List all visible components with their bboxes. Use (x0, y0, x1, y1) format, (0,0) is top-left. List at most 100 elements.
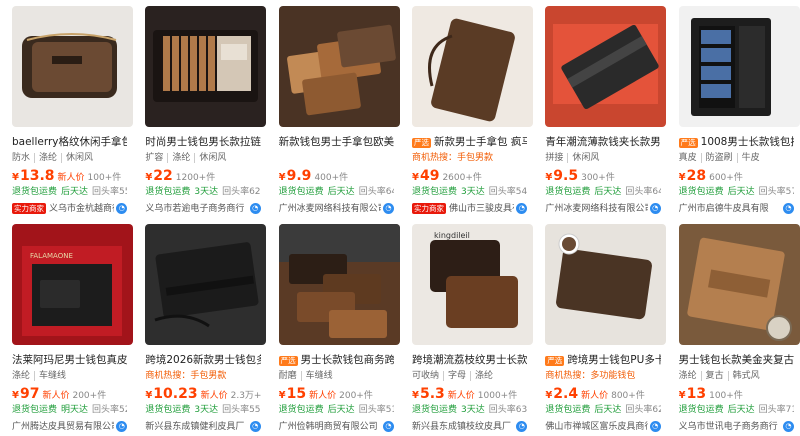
shop-row[interactable]: 广州冰麦网络科技有限公司 ◔ (545, 202, 661, 215)
chat-icon[interactable]: ◔ (382, 421, 394, 432)
attribute-row: 防水 涤纶 休闲风 (12, 152, 127, 164)
product-image[interactable] (545, 224, 667, 345)
attribute-row: 耐磨 车缝线 (279, 370, 394, 382)
product-title-row[interactable]: 严选1008男士长款钱包拉链 (678, 136, 794, 149)
product-image[interactable] (12, 6, 133, 127)
product-title[interactable]: 新款男士手拿包 疯马皮 (434, 136, 527, 149)
product-image[interactable] (411, 6, 533, 127)
shop-row[interactable]: 广州俭韩明商贸有限公司 ◔ (279, 420, 394, 433)
product-title[interactable]: 男士长款钱包商务跨境 (301, 354, 394, 367)
attribute-row: 商机热搜：手包男款 (145, 370, 260, 382)
product-title[interactable]: baellerry格纹休闲手拿包男 (12, 136, 127, 149)
product-title-row[interactable]: 法莱阿玛尼男士钱包真皮时 (12, 354, 127, 367)
product-image[interactable] (545, 6, 667, 127)
chat-icon[interactable]: ◔ (782, 203, 794, 214)
shop-row[interactable]: 义乌市世讯电子商务商行 ◔ (679, 420, 794, 433)
shop-name[interactable]: 佛山市禅城区富乐皮具商行 (545, 421, 647, 433)
shop-row[interactable]: 义乌市若逾电子商务商行 ◔ (145, 202, 261, 215)
product-card[interactable]: 时尚男士钱包男长款拉链手 扩容 涤纶 休闲风 ¥22 1200+件 退货包运费 3天达… (133, 0, 267, 218)
product-title-row[interactable]: 青年潮流薄款钱夹长款男士 (545, 136, 660, 149)
product-title-row[interactable]: 时尚男士钱包男长款拉链手 (145, 136, 260, 149)
service-row: 退货包运费 3天达回头率54% (412, 186, 527, 198)
shop-row[interactable]: 佛山市禅城区富乐皮具商行 ◔ (545, 420, 661, 433)
product-image[interactable] (278, 224, 400, 345)
product-card[interactable]: 严选男士长款钱包商务跨境 耐磨车缝线 ¥15 新人价 200+件 退货包运费后天… (267, 218, 400, 436)
product-title-row[interactable]: 严选新款男士手拿包 疯马皮 (411, 136, 527, 149)
chat-icon[interactable]: ◔ (249, 421, 261, 432)
shop-name[interactable]: 义乌市世讯电子商务商行 (679, 421, 781, 433)
price-row: ¥5.3 新人价 1000+件 (412, 386, 527, 401)
yanxuan-tag: 严选 (278, 355, 298, 366)
shop-row[interactable]: 新兴县东成镇健利皮具厂 ◔ (145, 420, 261, 433)
chat-icon[interactable]: ◔ (116, 421, 128, 432)
product-title[interactable]: 男士钱包长款美金夹复古西 (679, 354, 794, 367)
chat-icon[interactable]: ◔ (516, 421, 528, 432)
product-title[interactable]: 跨境男士钱包PU多卡位 (567, 354, 660, 367)
sold-count: 100+件 (709, 391, 743, 401)
shop-row[interactable]: 实力商家 佛山市三骏皮具有 ◔ (411, 202, 528, 215)
product-card[interactable]: baellerry格纹休闲手拿包男 防水涤纶休闲风 ¥13.8 新人价 100+… (0, 0, 133, 218)
shop-name[interactable]: 义乌市若逾电子商务商行 (145, 203, 247, 215)
shop-name[interactable]: 广州冰麦网络科技有限公司 (545, 203, 647, 215)
product-title[interactable]: 跨境2026新款男士钱包多卡 (145, 354, 260, 367)
product-title[interactable]: 新款钱包男士手拿包欧美时 (279, 136, 394, 149)
chat-icon[interactable]: ◔ (249, 203, 261, 214)
product-card[interactable]: 严选新款男士手拿包 疯马皮 商机热搜：手包男款 ¥49 2600+件 退货包运费… (400, 0, 533, 218)
shop-name[interactable]: 广州腾达皮具贸易有限公司 (12, 421, 114, 433)
product-title-row[interactable]: baellerry格纹休闲手拿包男 (12, 136, 127, 149)
price: ¥49 (411, 168, 440, 183)
attribute-label: 牛皮 (736, 153, 760, 163)
product-title-row[interactable]: 新款钱包男士手拿包欧美时 (279, 136, 394, 149)
chat-icon[interactable]: ◔ (382, 203, 394, 214)
product-title-row[interactable]: 跨境2026新款男士钱包多卡 (145, 354, 260, 367)
product-title[interactable]: 法莱阿玛尼男士钱包真皮时 (12, 354, 127, 367)
product-image[interactable]: kingdileil (411, 224, 533, 345)
shop-row[interactable]: 广州冰麦网络科技有限公司 ◔ (279, 202, 394, 215)
product-title-row[interactable]: 严选男士长款钱包商务跨境 (278, 354, 394, 367)
product-card[interactable]: 新款钱包男士手拿包欧美时 ¥9.9 400+件 退货包运费后天达回头率64% 广… (267, 0, 400, 218)
price-value: 9.9 (286, 168, 312, 183)
product-title-row[interactable]: 跨境潮流荔枝纹男士长款手 (412, 354, 527, 367)
product-card[interactable]: 男士钱包长款美金夹复古西 涤纶 复古 韩式风 ¥13 100+件 退货包运费 后天达回… (667, 218, 800, 436)
attribute-label: 拼接 (545, 153, 564, 163)
product-card[interactable]: 青年潮流薄款钱夹长款男士 拼接 休闲风 ¥9.5 300+件 退货包运费 后天达 回头… (533, 0, 667, 218)
product-card[interactable]: 跨境2026新款男士钱包多卡 商机热搜：手包男款 ¥10.23 新人价 2.3万… (133, 218, 267, 436)
product-card[interactable]: 严选1008男士长款钱包拉链 真皮防盗刷牛皮 ¥28 600+件 退货包运费后天… (667, 0, 800, 218)
product-card[interactable]: 严选跨境男士钱包PU多卡位 商机热搜：多功能钱包 ¥2.4 新人价 800+件 … (533, 218, 667, 436)
chat-icon[interactable]: ◔ (116, 203, 128, 214)
product-card[interactable]: kingdileil 跨境潮流荔枝纹男士长款手 可收纳 字母 涤纶 ¥5.3 新人价… (400, 218, 533, 436)
product-title[interactable]: 青年潮流薄款钱夹长款男士 (545, 136, 660, 149)
shop-name[interactable]: 广州市启德牛皮具有限 (679, 203, 781, 215)
chat-icon[interactable]: ◔ (516, 203, 528, 214)
product-image[interactable] (145, 6, 267, 127)
shop-name[interactable]: 佛山市三骏皮具有 (449, 203, 514, 215)
shop-name[interactable]: 新兴县东成镇健利皮具厂 (145, 421, 247, 433)
product-title-row[interactable]: 严选跨境男士钱包PU多卡位 (545, 354, 661, 367)
product-title[interactable]: 跨境潮流荔枝纹男士长款手 (412, 354, 527, 367)
shop-name[interactable]: 义乌市金杭越商行 (49, 203, 114, 215)
chat-icon[interactable]: ◔ (649, 421, 661, 432)
shop-name[interactable]: 广州冰麦网络科技有限公司 (279, 203, 381, 215)
product-title[interactable]: 时尚男士钱包男长款拉链手 (145, 136, 260, 149)
shop-row[interactable]: 广州腾达皮具贸易有限公司 ◔ (12, 420, 128, 433)
product-image[interactable] (678, 224, 800, 345)
chat-icon[interactable]: ◔ (649, 203, 661, 214)
shop-row[interactable]: 新兴县东成镇枝纹皮具厂 ◔ (412, 420, 528, 433)
product-title[interactable]: 1008男士长款钱包拉链 (701, 136, 794, 149)
shop-row[interactable]: 实力商家 义乌市金杭越商行 ◔ (12, 202, 128, 215)
shop-name[interactable]: 广州俭韩明商贸有限公司 (279, 421, 381, 433)
product-image[interactable]: FALAMAONE (12, 224, 133, 345)
attribute-row: 涤纶 车缝线 (12, 370, 127, 382)
shop-name[interactable]: 新兴县东成镇枝纹皮具厂 (412, 421, 514, 433)
service-label: 退货包运费 (12, 405, 58, 415)
wallet-open-cards-image (145, 6, 267, 127)
product-card[interactable]: FALAMAONE 法莱阿玛尼男士钱包真皮时 涤纶 车缝线 ¥97 新人价 200… (0, 218, 133, 436)
chat-icon[interactable]: ◔ (782, 421, 794, 432)
service-row: 退货包运费 3天达回头率63% (412, 404, 527, 416)
attribute-row: 真皮 防盗刷 牛皮 (679, 152, 794, 164)
product-image[interactable] (278, 6, 400, 127)
product-image[interactable] (678, 6, 800, 127)
shop-row[interactable]: 广州市启德牛皮具有限 ◔ (679, 202, 794, 215)
product-title-row[interactable]: 男士钱包长款美金夹复古西 (679, 354, 794, 367)
product-image[interactable] (145, 224, 267, 345)
